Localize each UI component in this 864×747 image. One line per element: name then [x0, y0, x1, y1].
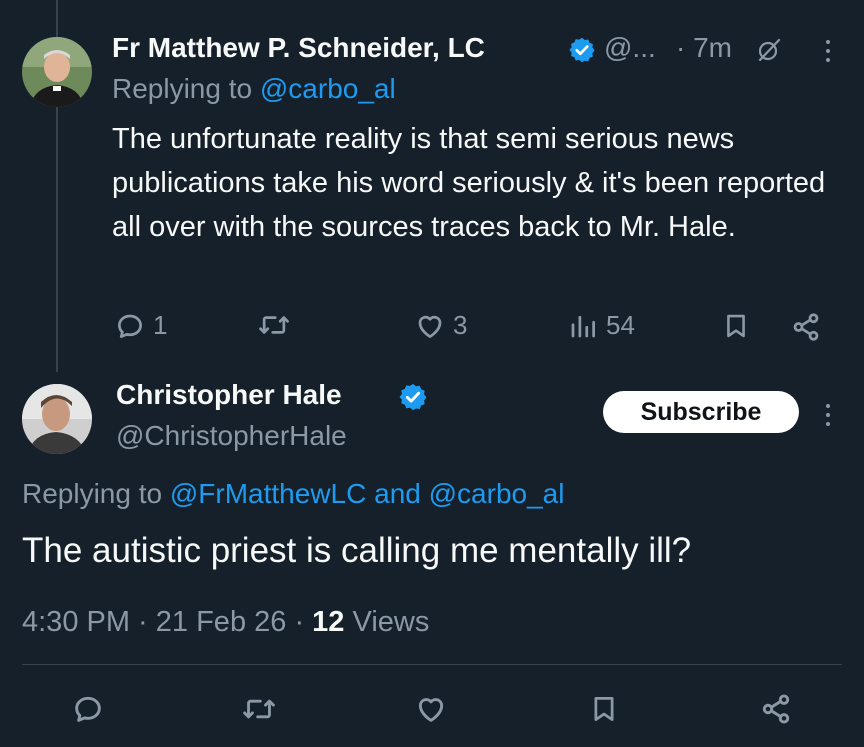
like-icon [418, 315, 442, 338]
avatar-fr-matthew[interactable] [22, 37, 92, 107]
subscribe-button[interactable]: Subscribe [603, 391, 799, 433]
tweet-date[interactable]: 21 Feb 26 [156, 606, 287, 638]
views-label: Views [344, 606, 430, 638]
like-button[interactable]: 3 [415, 310, 467, 341]
tweet-text: The unfortunate reality is that semi ser… [112, 123, 826, 243]
replying-to-line: Replying to @carbo_al [112, 73, 396, 104]
main-tweet-text: The autistic priest is calling me mental… [22, 531, 692, 570]
author-handle[interactable]: @ChristopherHale [116, 420, 347, 452]
views-button[interactable]: 54 [568, 310, 635, 341]
avatar-christopher-hale[interactable] [22, 384, 92, 454]
author-handle[interactable]: @... [604, 32, 656, 64]
replying-to-line: Replying to @FrMatthewLC and @carbo_al [22, 478, 565, 509]
reply-icon[interactable] [72, 693, 104, 725]
views-count: 12 [312, 606, 345, 638]
verified-badge-icon [569, 37, 595, 63]
bookmark-icon[interactable] [589, 693, 619, 725]
author-name[interactable]: Fr Matthew P. Schneider, LC [112, 32, 485, 64]
author-name[interactable]: Christopher Hale [116, 379, 342, 411]
more-icon[interactable] [823, 404, 833, 426]
grok-slash-icon[interactable] [755, 36, 783, 64]
retweet-icon[interactable] [242, 693, 276, 725]
reply-button[interactable]: 1 [115, 310, 167, 341]
replying-to-link-2[interactable]: @carbo_al [429, 478, 565, 509]
share-icon[interactable] [791, 312, 821, 342]
replying-to-link[interactable]: @carbo_al [260, 73, 396, 104]
tweet-meta: 4:30 PM · 21 Feb 26 · 12 Views [22, 606, 430, 638]
reply-icon [118, 314, 142, 338]
replying-to-link-1[interactable]: @FrMatthewLC [170, 478, 366, 509]
retweet-icon [259, 316, 289, 334]
views-icon [571, 315, 595, 337]
retweet-button[interactable] [258, 310, 298, 340]
more-icon[interactable] [823, 40, 833, 62]
like-icon[interactable] [415, 693, 447, 725]
verified-badge-icon [399, 383, 427, 411]
tweet-time[interactable]: 4:30 PM [22, 606, 130, 638]
tweet-time[interactable]: · 7m [676, 32, 732, 64]
divider [22, 664, 842, 665]
share-icon[interactable] [760, 693, 792, 725]
bookmark-icon[interactable] [722, 312, 750, 340]
